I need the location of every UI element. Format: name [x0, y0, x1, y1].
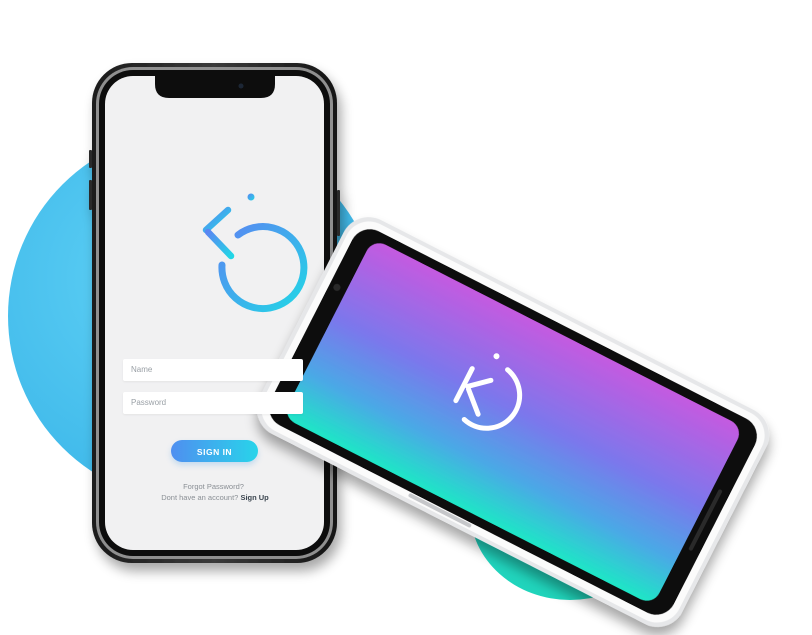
name-input[interactable]: Name: [123, 359, 303, 381]
sign-in-button[interactable]: SIGN IN: [171, 440, 258, 462]
password-input[interactable]: Password: [123, 392, 303, 414]
iphone-screen: [105, 76, 324, 550]
sign-up-link[interactable]: Sign Up: [240, 493, 268, 502]
signup-prompt: Dont have an account? Sign Up: [140, 493, 290, 502]
account-prompt-text: Dont have an account?: [161, 493, 239, 502]
iphone-notch: [155, 76, 275, 98]
device-mockup: [89, 63, 769, 627]
forgot-password-link[interactable]: Forgot Password?: [150, 482, 277, 491]
android-device: [257, 217, 769, 627]
